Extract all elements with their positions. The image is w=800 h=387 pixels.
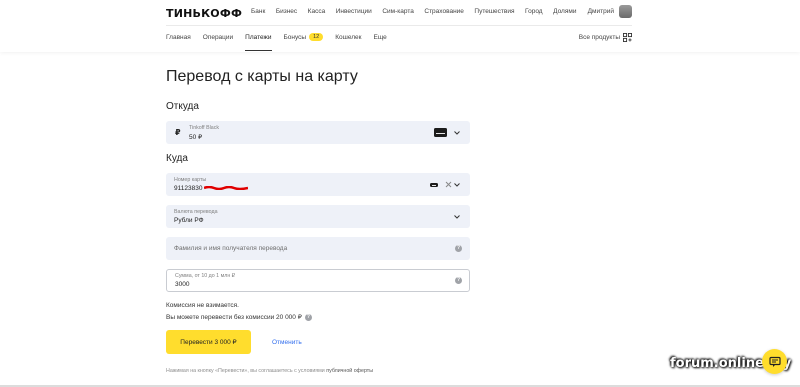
avatar[interactable]	[619, 5, 632, 18]
amount-label: Сумма, от 10 до 1 млн ₽	[175, 273, 236, 279]
public-offer-link[interactable]: публичной оферты	[326, 368, 373, 374]
from-card-select[interactable]: ₽ Tinkoff Black 50 ₽	[166, 121, 470, 144]
grid-icon	[623, 33, 632, 42]
top-nav-item-sim[interactable]: Сим-карта	[382, 8, 414, 15]
currency-select[interactable]: Валюта перевода Рубли РФ	[166, 205, 470, 228]
help-icon[interactable]: ?	[455, 277, 462, 284]
terms-note: Нажимая на кнопку «Перевести», вы соглаш…	[166, 368, 373, 374]
amount-field[interactable]: Сумма, от 10 до 1 млн ₽ 3000 ?	[166, 269, 470, 292]
chevron-down-icon[interactable]	[453, 181, 461, 189]
ruble-icon: ₽	[175, 128, 181, 137]
page-title: Перевод с карты на карту	[166, 68, 358, 85]
top-nav-item-investments[interactable]: Инвестиции	[336, 8, 372, 15]
user-name: Дмитрий	[587, 8, 614, 15]
submit-transfer-button[interactable]: Перевести 3 000 ₽	[166, 330, 251, 354]
top-nav: Банк Бизнес Касса Инвестиции Сим-карта С…	[251, 8, 587, 15]
help-icon[interactable]: ?	[304, 313, 312, 321]
top-nav-item-dolyami[interactable]: Долями	[553, 8, 576, 15]
tab-wallet[interactable]: Кошелек	[335, 34, 361, 41]
card-number-field[interactable]: Номер карты 91123830	[166, 173, 470, 196]
all-products-link[interactable]: Все продукты	[579, 33, 632, 42]
bonus-count-badge: 12	[309, 33, 324, 41]
top-nav-item-travel[interactable]: Путешествия	[474, 8, 514, 15]
redaction-scribble	[204, 186, 248, 190]
card-number-label: Номер карты	[174, 177, 207, 183]
amount-value: 3000	[175, 281, 190, 288]
tab-operations-label: Операции	[202, 33, 234, 41]
site-header: ТИНЬКОФФ Банк Бизнес Касса Инвестиции Си…	[0, 0, 800, 52]
user-menu[interactable]: Дмитрий	[588, 5, 632, 18]
terms-note-text: Нажимая на кнопку «Перевести», вы соглаш…	[166, 368, 325, 374]
currency-label: Валюта перевода	[174, 209, 218, 215]
top-nav-item-city[interactable]: Город	[525, 8, 543, 15]
card-thumbnail-icon	[434, 128, 447, 137]
card-number-value: 91123830	[174, 185, 203, 192]
chevron-down-icon[interactable]	[453, 213, 461, 221]
tab-main[interactable]: Главная	[166, 34, 191, 41]
limit-note: Вы можете перевести без комиссии 20 000 …	[166, 313, 312, 321]
from-card-name: Tinkoff Black	[189, 125, 220, 131]
from-section-title: Откуда	[166, 101, 199, 112]
tab-more-label: Еще	[373, 33, 387, 41]
to-section-title: Куда	[166, 153, 188, 164]
chat-button[interactable]	[762, 349, 787, 374]
header-divider	[166, 25, 632, 26]
tab-operations[interactable]: Операции	[203, 34, 233, 41]
tab-more[interactable]: Еще	[374, 34, 387, 41]
top-nav-item-bank[interactable]: Банк	[251, 8, 265, 15]
sub-nav: Главная Операции Платежи Бонусы 12 Кошеле…	[166, 33, 399, 51]
logo[interactable]: ТИНЬКОФФ	[166, 7, 242, 20]
chevron-down-icon[interactable]	[453, 129, 461, 137]
from-card-balance: 50 ₽	[189, 134, 203, 141]
recipient-name-placeholder: Фамилия и имя получателя перевода	[174, 245, 288, 252]
tab-bonuses-label: Бонусы	[283, 33, 307, 41]
help-icon[interactable]: ?	[455, 245, 462, 252]
commission-note: Комиссия не взимается.	[166, 302, 239, 309]
tab-payments-label: Платежи	[245, 33, 272, 41]
tab-main-label: Главная	[166, 33, 191, 41]
clear-icon[interactable]	[445, 181, 452, 188]
currency-value: Рубли РФ	[174, 217, 204, 224]
recipient-name-field[interactable]: Фамилия и имя получателя перевода ?	[166, 237, 470, 260]
top-nav-item-business[interactable]: Бизнес	[276, 8, 297, 15]
tab-wallet-label: Кошелек	[335, 33, 362, 41]
top-nav-item-kassa[interactable]: Касса	[308, 8, 326, 15]
tab-payments[interactable]: Платежи	[245, 33, 272, 51]
top-nav-item-insurance[interactable]: Страхование	[424, 8, 464, 15]
cancel-button[interactable]: Отменить	[272, 339, 302, 346]
chat-icon	[768, 356, 781, 367]
limit-note-text: Вы можете перевести без комиссии 20 000 …	[166, 314, 302, 321]
tab-bonuses[interactable]: Бонусы 12	[284, 33, 324, 41]
card-brand-icon	[430, 183, 438, 187]
all-products-label: Все продукты	[578, 34, 620, 41]
